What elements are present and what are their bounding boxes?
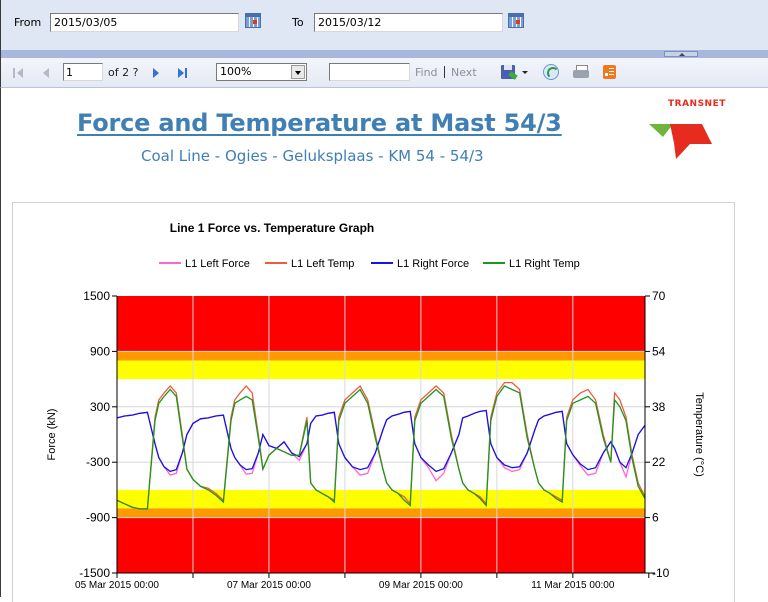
find-link[interactable]: Find <box>415 66 438 79</box>
threshold-band <box>117 508 645 518</box>
refresh-icon[interactable] <box>543 64 559 80</box>
collapse-parameters-button[interactable] <box>664 51 698 57</box>
y2-axis-title: Temperature (°C) <box>693 392 705 476</box>
report-toolbar: of 2 ? 100% Find Next <box>0 58 768 88</box>
threshold-band <box>117 351 645 361</box>
from-label: From <box>14 16 42 29</box>
find-separator <box>444 66 445 78</box>
find-input[interactable] <box>329 63 410 81</box>
chart-title: Line 1 Force vs. Temperature Graph <box>170 221 375 235</box>
y-tick-label: 1500 <box>83 289 110 303</box>
next-link[interactable]: Next <box>451 66 477 79</box>
document-map-icon[interactable] <box>603 65 616 79</box>
x-tick-label: 05 Mar 2015 00:00 <box>75 580 159 591</box>
zoom-select[interactable]: 100% <box>216 63 307 81</box>
to-date-input[interactable] <box>314 13 503 32</box>
zoom-value: 100% <box>220 65 252 78</box>
x-tick-label: 07 Mar 2015 00:00 <box>227 580 311 591</box>
legend-label: L1 Right Force <box>397 258 469 270</box>
previous-page-icon[interactable] <box>41 66 55 80</box>
to-label: To <box>292 16 304 29</box>
page-count: of 2 ? <box>108 66 139 79</box>
threshold-band <box>117 360 645 380</box>
parameters-splitter <box>0 50 768 58</box>
y-tick-label: -900 <box>86 511 110 525</box>
y2-tick-label: 6 <box>652 511 659 525</box>
threshold-band <box>117 296 645 352</box>
legend-label: L1 Right Temp <box>509 258 580 270</box>
chart-container: Line 1 Force vs. Temperature Graph L1 Lef… <box>12 202 735 602</box>
next-page-icon[interactable] <box>151 66 165 80</box>
y2-tick-label: 54 <box>652 344 666 358</box>
from-calendar-icon[interactable] <box>245 13 261 28</box>
y-tick-label: -300 <box>86 455 110 469</box>
export-dropdown-icon[interactable] <box>522 71 528 74</box>
y2-tick-label: 22 <box>652 455 666 469</box>
legend-label: L1 Left Force <box>185 258 250 270</box>
report-title: Force and Temperature at Mast 54/3 <box>77 109 562 137</box>
y-tick-label: 300 <box>90 400 110 414</box>
from-date-input[interactable] <box>50 13 239 32</box>
report-body: Force and Temperature at Mast 54/3 Coal … <box>0 88 768 602</box>
y-tick-label: 900 <box>90 344 110 358</box>
legend-label: L1 Left Temp <box>291 258 354 270</box>
first-page-icon[interactable] <box>13 66 27 80</box>
page-number-input[interactable] <box>63 63 103 81</box>
x-tick-label: 09 Mar 2015 00:00 <box>379 580 463 591</box>
export-icon[interactable] <box>501 65 515 79</box>
threshold-band <box>117 517 645 573</box>
y2-tick-label: 38 <box>652 400 666 414</box>
y-axis-title: Force (kN) <box>46 409 58 461</box>
force-temperature-chart: Line 1 Force vs. Temperature Graph L1 Lef… <box>46 221 705 591</box>
report-parameters-panel: From To <box>0 0 768 50</box>
report-subtitle: Coal Line - Ogies - Geluksplaas - KM 54 … <box>141 147 484 165</box>
logo-mark-icon <box>649 124 712 159</box>
to-calendar-icon[interactable] <box>508 13 524 28</box>
transnet-logo: TRANSNET <box>646 99 726 165</box>
x-tick-label: 11 Mar 2015 00:00 <box>531 580 615 591</box>
print-icon[interactable] <box>573 65 589 79</box>
chevron-down-icon[interactable] <box>291 65 305 79</box>
y2-tick-label: -10 <box>652 566 670 580</box>
y2-tick-label: 70 <box>652 289 666 303</box>
last-page-icon[interactable] <box>177 66 191 80</box>
threshold-band <box>117 489 645 509</box>
y-tick-label: -1500 <box>79 566 110 580</box>
